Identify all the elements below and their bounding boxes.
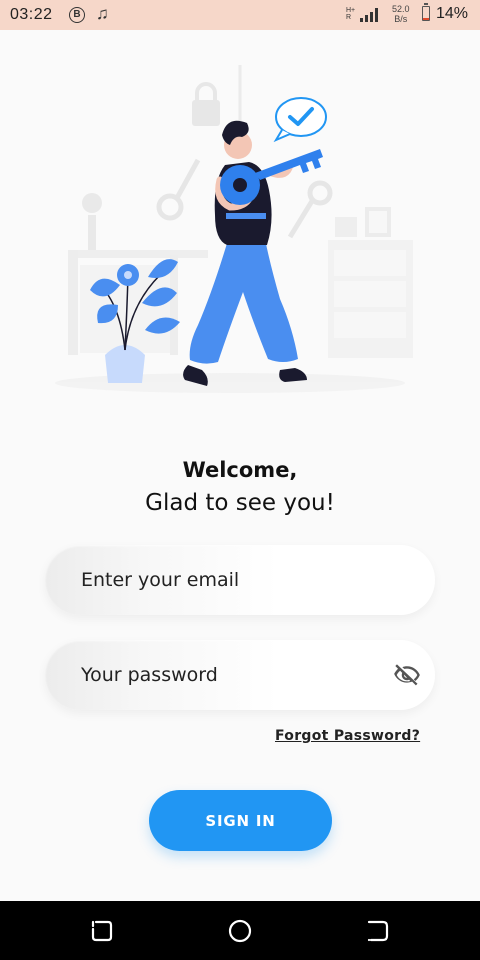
check-bubble-icon <box>273 97 327 143</box>
back-icon[interactable] <box>365 918 391 944</box>
password-field-container[interactable] <box>45 640 435 710</box>
person-holding-key-illustration <box>55 65 413 393</box>
battery-percent: 14% <box>436 5 469 22</box>
password-input[interactable] <box>81 640 381 710</box>
bitcoin-icon: B <box>69 7 85 23</box>
battery-level <box>423 18 429 20</box>
status-time: 03:22 <box>10 6 53 23</box>
email-field-container[interactable] <box>45 545 435 615</box>
welcome-title: Welcome, <box>182 458 298 482</box>
sign-in-button[interactable]: SIGN IN <box>149 790 332 851</box>
signal-icon <box>360 8 378 22</box>
status-bar: 03:22 B ♫ H+ R 52.0 B/s 14% <box>0 0 480 30</box>
music-note-icon: ♫ <box>96 4 109 23</box>
recents-icon[interactable] <box>89 918 115 944</box>
email-input[interactable] <box>81 545 381 615</box>
navigation-bar <box>0 901 480 960</box>
home-icon[interactable] <box>227 918 253 944</box>
network-type: H+ R <box>346 7 356 21</box>
battery-icon <box>422 3 430 21</box>
network-speed: 52.0 B/s <box>392 4 410 24</box>
visibility-off-icon[interactable] <box>393 661 421 689</box>
welcome-subtitle: Glad to see you! <box>145 490 335 516</box>
forgot-password-link[interactable]: Forgot Password? <box>275 728 420 744</box>
